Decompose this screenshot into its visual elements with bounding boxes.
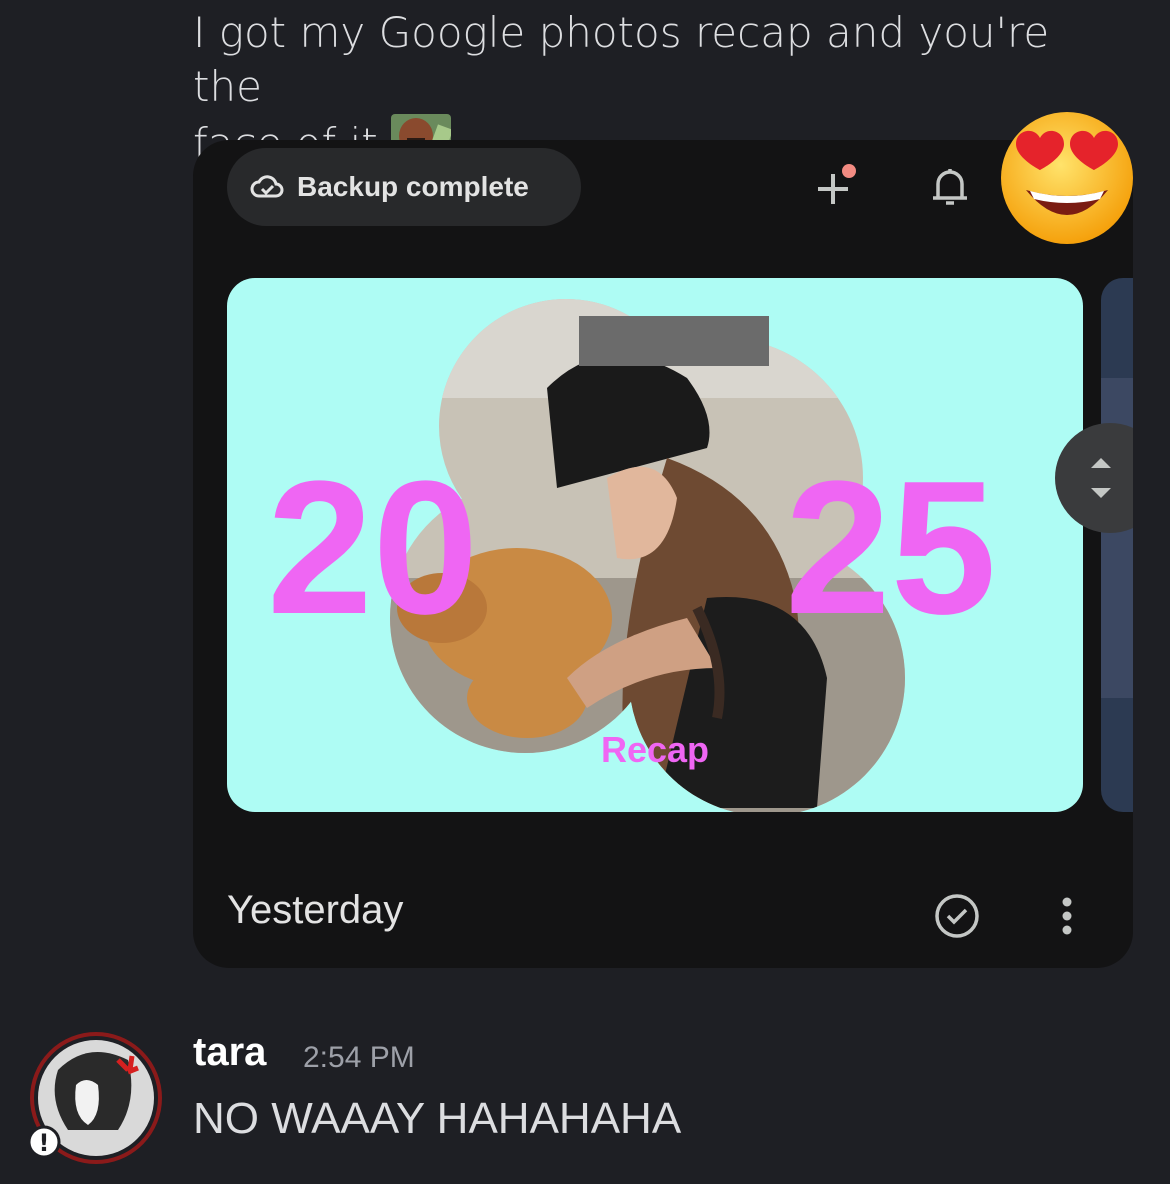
image-attachment[interactable]: Backup complete 20 25 Recap Yesterday [193, 140, 1133, 968]
heart-eyes-emoji-icon [1001, 112, 1133, 244]
recap-card[interactable]: 20 25 Recap [227, 278, 1083, 812]
message-timestamp: 2:54 PM [303, 1041, 415, 1074]
check-circle-icon[interactable] [933, 892, 981, 940]
message-text-2: NO WAAAY HAHAHAHA [193, 1094, 682, 1143]
backup-status-label: Backup complete [297, 171, 529, 202]
more-vert-icon[interactable] [1055, 892, 1079, 940]
recap-year-left: 20 [267, 442, 478, 654]
recap-collage: 20 25 Recap [267, 299, 996, 812]
user-avatar[interactable]: ! [28, 1030, 164, 1166]
recap-year-right: 25 [785, 442, 996, 654]
username[interactable]: tara [193, 1030, 266, 1075]
scroll-handle[interactable] [1055, 423, 1133, 533]
svg-text:!: ! [39, 1129, 50, 1157]
cloud-check-icon [250, 175, 284, 198]
next-card-preview[interactable] [1101, 278, 1133, 812]
backup-status-pill[interactable]: Backup complete [227, 148, 581, 226]
plus-icon[interactable] [811, 162, 861, 212]
bell-icon[interactable] [925, 162, 975, 212]
scroll-arrows-icon [1091, 458, 1111, 498]
date-heading: Yesterday [227, 888, 404, 932]
message-line-1: I got my Google photos recap and you're … [193, 8, 1050, 111]
recap-label: Recap [601, 729, 709, 770]
